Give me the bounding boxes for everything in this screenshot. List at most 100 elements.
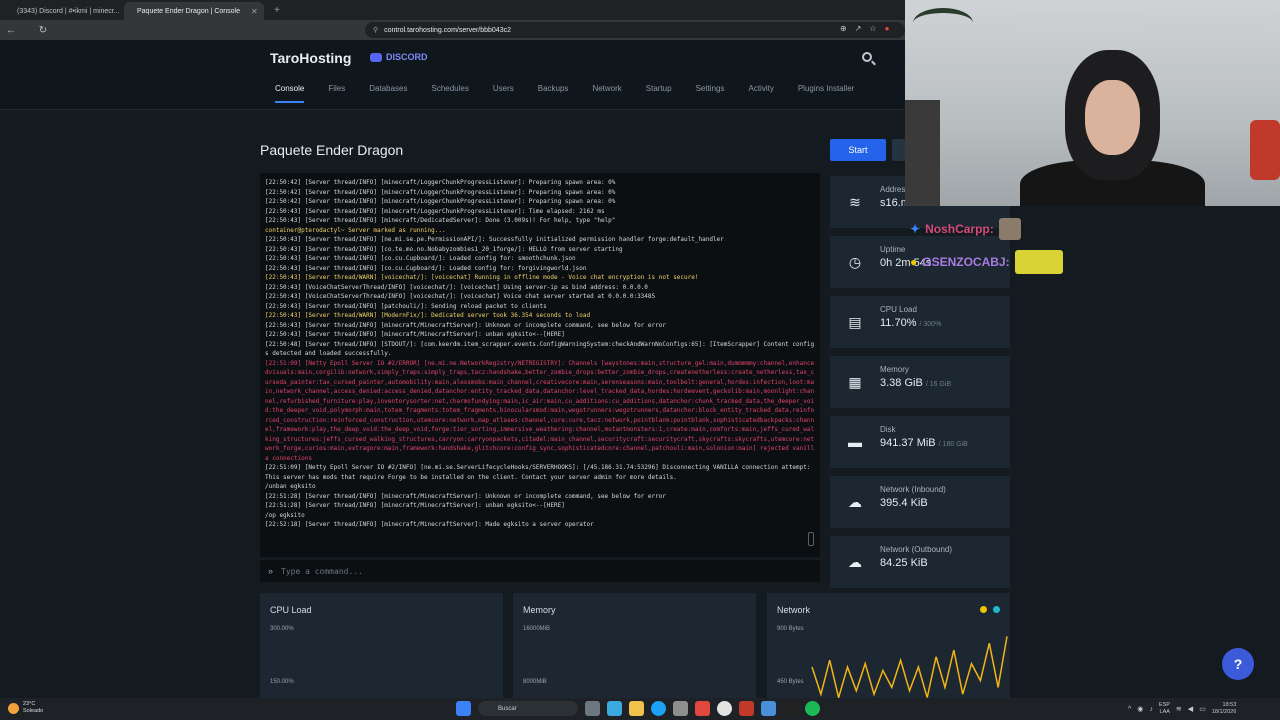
console-line: [22:52:18] [Server thread/INFO] [minecra… — [265, 521, 594, 528]
graph-title: CPU Load — [270, 605, 312, 615]
console-line: [22:50:43] [Server thread/INFO] [co.cu.C… — [265, 255, 576, 262]
new-tab-icon[interactable]: + — [274, 5, 280, 16]
browser-tab-console[interactable]: Paquete Ender Dragon | Console ✕ — [124, 2, 264, 20]
wreath-decoration — [913, 8, 973, 38]
console-line: [22:50:43] [Server thread/INFO] [minecra… — [265, 331, 565, 338]
site-info-icon[interactable]: ⚲ — [373, 26, 378, 34]
reload-icon[interactable]: ↻ — [34, 25, 52, 36]
clock-time: 18:53 — [1222, 702, 1237, 708]
capcut-icon[interactable] — [783, 701, 798, 716]
system-tray: ^ ◉ ♪ ESP LAA ≋ ◀ ▭ 18:53 18/1/2026 — [1128, 702, 1236, 716]
battery-icon[interactable]: ▭ — [1199, 705, 1206, 713]
file-explorer-icon[interactable] — [629, 701, 644, 716]
cpu-graph-card: CPU Load 300.00% 150.00% — [260, 593, 503, 703]
share-icon[interactable]: ↗ — [855, 24, 862, 33]
graph-title: Memory — [523, 605, 556, 615]
stat-label: Disk — [880, 425, 896, 434]
stat-limit: / 16 GiB — [925, 381, 952, 388]
tab-settings[interactable]: Settings — [696, 84, 725, 103]
chat-image — [1014, 250, 1063, 274]
close-tab-icon[interactable]: ✕ — [251, 7, 258, 16]
tab-users[interactable]: Users — [493, 84, 514, 103]
console-scroll-button[interactable] — [808, 532, 814, 546]
discord-label: DISCORD — [386, 52, 428, 62]
spotify-icon[interactable] — [805, 701, 820, 716]
discord-link[interactable]: DISCORD — [370, 52, 428, 62]
console-line: [22:50:42] [Server thread/INFO] [minecra… — [265, 198, 616, 205]
tab-activity[interactable]: Activity — [748, 84, 773, 103]
browser-tab-discord[interactable]: (3343) Discord | #•ikmi | minecr... — [4, 2, 124, 20]
back-icon[interactable]: ← — [2, 25, 20, 36]
console-line: [22:50:43] [Server thread/INFO] [minecra… — [265, 321, 666, 329]
speaker-icon[interactable]: ◀ — [1188, 705, 1193, 713]
weather-widget[interactable]: 23°C Soleado — [8, 701, 43, 715]
clock[interactable]: 18:53 18/1/2026 — [1212, 702, 1236, 716]
memory-graph-card: Memory 16000MiB 8000MiB — [513, 593, 756, 703]
graph-tick: 16000MiB — [523, 626, 551, 632]
stat-label: Network (Outbound) — [880, 545, 953, 554]
stat-card-memory: ▦ Memory 3.38 GiB/ 16 GiB — [830, 356, 1010, 408]
windows-taskbar: 23°C Soleado Buscar ^ ◉ ♪ ESP LAA ≋ ◀ ▭ … — [0, 698, 1280, 720]
tab-backups[interactable]: Backups — [538, 84, 569, 103]
memory-icon: ▦ — [848, 373, 862, 390]
console-line: [22:50:43] [VoiceChatServerThread/INFO] … — [265, 283, 648, 291]
tab-network[interactable]: Network — [592, 84, 621, 103]
console-line: [22:50:43] [Server thread/INFO] [ne.mi.s… — [265, 236, 724, 243]
console-output[interactable]: [22:50:42] [Server thread/INFO] [minecra… — [260, 173, 820, 557]
wifi-icon[interactable]: ≋ — [1176, 705, 1182, 713]
tab-schedules[interactable]: Schedules — [432, 84, 469, 103]
network-series-line — [811, 636, 1008, 701]
tab-files[interactable]: Files — [328, 84, 345, 103]
console-line: [22:51:09] [Netty Epoll Server IO #2/INF… — [265, 464, 815, 481]
start-button[interactable]: Start — [830, 139, 886, 161]
graph-tick: 300.00% — [270, 626, 294, 632]
bookmark-star-icon[interactable]: ☆ — [869, 24, 876, 33]
cpu-icon: ▤ — [848, 313, 862, 330]
lang-region: LAA — [1159, 709, 1170, 715]
console-line: [22:50:43] [Server thread/INFO] [co.cu.C… — [265, 264, 587, 272]
app-icon[interactable] — [739, 701, 754, 716]
lang-indicator[interactable]: ESP LAA — [1159, 702, 1170, 716]
tab-console[interactable]: Console — [275, 84, 305, 103]
url-bar[interactable]: ⚲ control.tarohosting.com/server/bbb043c… — [365, 22, 905, 38]
console-line: [22:50:42] [Server thread/INFO] [minecra… — [265, 188, 616, 196]
chrome-icon[interactable] — [717, 701, 732, 716]
console-line: /unban egksito — [265, 483, 316, 490]
app-icon[interactable] — [761, 701, 776, 716]
brand-logo[interactable]: TaroHosting — [270, 50, 351, 66]
tab-startup[interactable]: Startup — [646, 84, 672, 103]
stat-value: 3.38 GiB/ 16 GiB — [880, 377, 952, 389]
tab-plugins-installer[interactable]: Plugins Installer — [798, 84, 854, 103]
help-button[interactable]: ? — [1222, 648, 1254, 680]
stat-card-network-inbound: ☁ Network (Inbound) 395.4 KiB — [830, 476, 1010, 528]
chair-shape — [905, 100, 940, 206]
stat-value: 11.70%/ 300% — [880, 317, 942, 329]
stat-limit: / 300% — [919, 321, 942, 328]
task-view-icon[interactable] — [585, 701, 600, 716]
edge-icon[interactable] — [651, 701, 666, 716]
wifi-tray-icon[interactable]: ◉ — [1137, 705, 1143, 713]
volume-icon[interactable]: ♪ — [1149, 706, 1153, 713]
server-nav: Console Files Databases Schedules Users Backu… — [275, 84, 878, 103]
chevron-up-icon[interactable]: ^ — [1128, 706, 1131, 713]
search-icon[interactable] — [862, 52, 872, 62]
calculator-icon[interactable] — [673, 701, 688, 716]
sun-icon — [8, 702, 19, 714]
discord-icon — [370, 52, 382, 62]
command-input[interactable] — [281, 566, 782, 576]
stat-card-disk: ▬ Disk 941.37 MiB/ 180 GiB — [830, 416, 1010, 468]
console-line: [22:50:43] [Server thread/INFO] [minecra… — [265, 217, 616, 224]
store-icon[interactable] — [607, 701, 622, 716]
chat-message: ✦ NoshCarpp: — [910, 218, 1021, 240]
badge-icon: ● — [910, 255, 918, 269]
extension-icon[interactable]: ● — [885, 24, 890, 33]
zoom-icon[interactable]: ⊕ — [840, 24, 847, 33]
taskbar-search[interactable]: Buscar — [478, 701, 578, 716]
chat-avatar — [998, 218, 1021, 240]
taskbar-apps: Buscar — [456, 701, 820, 716]
url-text: control.tarohosting.com/server/bbb043c2 — [384, 26, 511, 34]
brave-icon[interactable] — [695, 701, 710, 716]
tab-databases[interactable]: Databases — [369, 84, 407, 103]
cloud-download-icon: ☁ — [848, 493, 862, 510]
windows-start-icon[interactable] — [456, 701, 471, 716]
